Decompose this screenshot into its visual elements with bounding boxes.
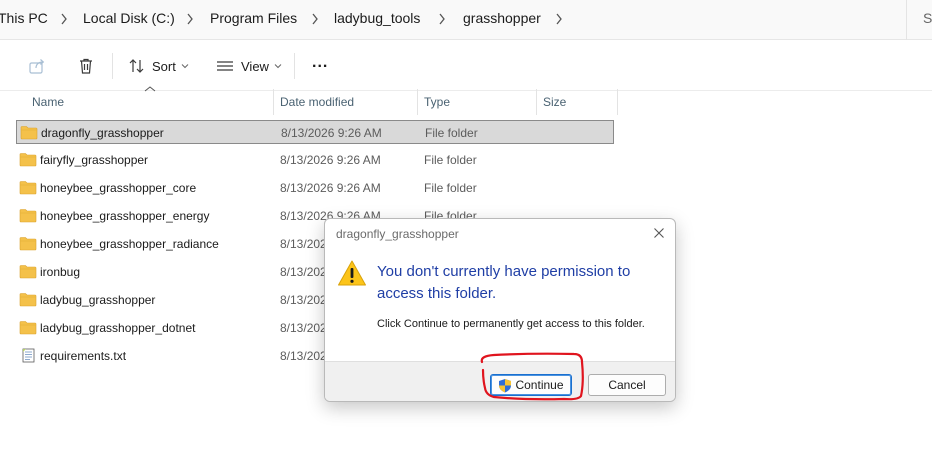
close-icon[interactable] [651,225,667,241]
column-divider[interactable] [617,89,618,115]
breadcrumb-ladybug-tools[interactable]: ladybug_tools [334,10,420,26]
folder-icon [19,265,37,279]
folder-icon [19,237,37,251]
column-header-date[interactable]: Date modified [274,89,418,115]
folder-icon [19,209,37,223]
chevron-right-icon [312,13,318,25]
share-button[interactable] [28,51,46,81]
sort-button[interactable]: Sort [128,51,190,81]
file-type: File folder [425,126,478,140]
view-label: View [241,58,269,74]
chevron-right-icon [61,13,67,25]
text-file-icon [22,348,35,363]
column-header-type[interactable]: Type [418,89,536,115]
column-header-name[interactable]: Name [26,89,274,115]
search-box[interactable]: S [906,0,932,40]
file-name: ladybug_grasshopper_dotnet [40,321,196,335]
chevron-right-icon[interactable] [554,9,564,29]
warning-icon [338,260,366,286]
chevron-down-icon [181,64,189,69]
folder-icon [20,126,38,140]
toolbar-divider [294,53,295,79]
folder-icon [19,181,37,195]
share-icon [29,59,45,74]
file-date: 8/13/2026 9:26 AM [280,181,381,195]
file-name: honeybee_grasshopper_energy [40,209,210,223]
view-button[interactable]: View [216,51,283,81]
view-icon [217,61,233,71]
file-type: File folder [424,153,477,167]
file-row[interactable]: dragonfly_grasshopper 8/13/2026 9:26 AM … [16,120,614,144]
folder-icon [19,153,37,167]
file-name: dragonfly_grasshopper [41,126,164,140]
cancel-button[interactable]: Cancel [588,374,666,396]
sort-label: Sort [152,58,176,74]
file-row[interactable]: honeybee_grasshopper_core 8/13/2026 9:26… [16,176,614,200]
search-placeholder: S [923,10,932,26]
breadcrumb-program-files[interactable]: Program Files [210,10,297,26]
file-date: 8/13/2026 9:26 AM [280,153,381,167]
command-bar: Sort View ... [0,41,932,91]
dialog-title: dragonfly_grasshopper [336,227,459,241]
file-name: honeybee_grasshopper_radiance [40,237,219,251]
dialog-heading: You don't currently have permission to a… [377,263,631,302]
folder-icon [19,293,37,307]
file-name: ironbug [40,265,81,279]
chevron-right-icon [187,13,193,25]
sort-icon [129,59,144,73]
file-name: ladybug_grasshopper [40,293,156,307]
delete-button[interactable] [77,51,95,81]
more-options-button[interactable]: ... [312,48,328,78]
folder-icon [19,321,37,335]
trash-icon [80,58,92,74]
chevron-down-icon [274,64,282,69]
chevron-right-icon [439,13,445,25]
address-bar[interactable]: This PC Local Disk (C:) Program Files la… [0,0,932,40]
file-date: 8/13/2026 9:26 AM [281,126,382,140]
file-name: fairyfly_grasshopper [40,153,149,167]
file-name: requirements.txt [40,349,127,363]
file-row[interactable]: fairyfly_grasshopper 8/13/2026 9:26 AM F… [16,148,614,172]
breadcrumb-grasshopper[interactable]: grasshopper [463,10,541,26]
dialog-message: Click Continue to permanently get access… [377,318,645,330]
breadcrumb-this-pc[interactable]: This PC [0,10,48,26]
file-name: honeybee_grasshopper_core [40,181,197,195]
breadcrumb-local-disk[interactable]: Local Disk (C:) [83,10,175,26]
column-header-size[interactable]: Size [537,89,617,115]
annotation-circle [480,352,584,401]
file-type: File folder [424,181,477,195]
toolbar-divider [112,53,113,79]
